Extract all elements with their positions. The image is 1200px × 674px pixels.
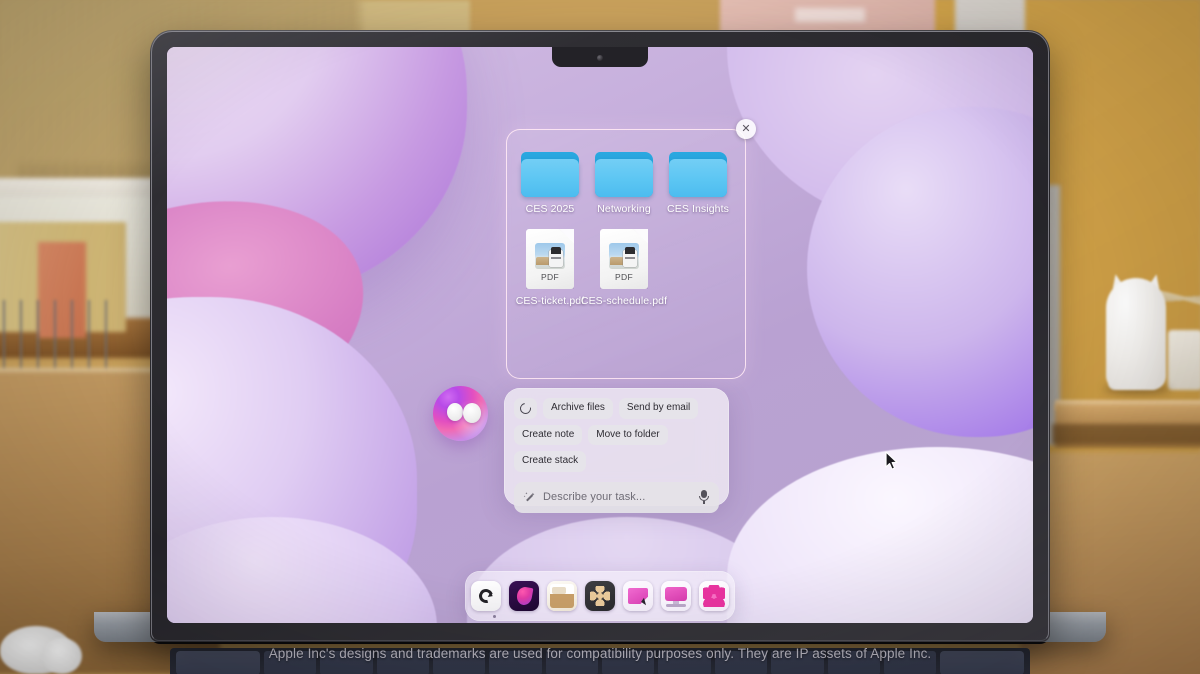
refresh-icon <box>477 587 496 606</box>
wall-art-right-text <box>795 8 865 22</box>
folder-icon <box>669 152 727 197</box>
orb-eye-right <box>463 403 481 423</box>
chip-send-by-email[interactable]: Send by email <box>619 398 698 419</box>
mouse-pointer-icon <box>885 451 899 476</box>
wallpaper-blob <box>727 447 1033 623</box>
room-scene: ✕ CES 2025 Networking <box>0 0 1200 674</box>
pdf-file-icon: PDF <box>600 229 648 289</box>
chip-move-to-folder[interactable]: Move to folder <box>588 425 667 446</box>
legal-caption: Apple Inc's designs and trademarks are u… <box>0 646 1200 661</box>
dock-running-indicator <box>493 615 496 618</box>
flower-icon <box>703 585 725 607</box>
chip-archive-files[interactable]: Archive files <box>543 398 613 419</box>
chip-create-stack[interactable]: Create stack <box>514 451 586 472</box>
shelf-right-under <box>1052 424 1200 444</box>
dock-item-photos-app[interactable] <box>699 581 729 611</box>
task-input-placeholder: Describe your task... <box>543 491 691 503</box>
laptop-screen: ✕ CES 2025 Networking <box>167 47 1033 623</box>
task-input[interactable]: Describe your task... <box>514 482 719 513</box>
diamond-grid-icon <box>590 586 610 606</box>
dock-item-finder-app[interactable] <box>547 581 577 611</box>
droplet-icon <box>516 586 534 606</box>
assistant-orb-icon[interactable] <box>433 386 488 441</box>
file-label: CES-ticket.pdf <box>516 295 585 307</box>
dock-item-refresh-app[interactable] <box>471 581 501 611</box>
chip-create-note[interactable]: Create note <box>514 425 582 446</box>
file-item-folder[interactable]: CES 2025 <box>513 148 587 215</box>
pdf-file-icon: PDF <box>526 229 574 289</box>
file-item-folder[interactable]: CES Insights <box>661 148 735 215</box>
pdf-badge: PDF <box>600 272 648 282</box>
dock-item-display-app[interactable] <box>661 581 691 611</box>
file-drop-panel[interactable]: ✕ CES 2025 Networking <box>506 129 746 379</box>
dock-item-droplet-app[interactable] <box>509 581 539 611</box>
pdf-badge: PDF <box>526 272 574 282</box>
orb-eye-left <box>447 403 463 421</box>
assistant-command-panel: Archive files Send by email Create note … <box>504 388 729 506</box>
file-item-pdf[interactable]: PDF CES-schedule.pdf <box>587 225 661 307</box>
cat-body <box>1106 278 1166 390</box>
vase <box>1168 330 1200 390</box>
finder-icon <box>550 584 574 608</box>
loading-spinner-icon[interactable] <box>514 398 537 419</box>
file-label: CES-schedule.pdf <box>581 295 667 307</box>
sparkle-wand-icon <box>523 491 536 504</box>
dock-item-arrow-app[interactable] <box>623 581 653 611</box>
dock-item-grid-app[interactable] <box>585 581 615 611</box>
microphone-icon[interactable] <box>698 490 710 504</box>
screen-notch <box>552 47 648 67</box>
display-icon <box>665 587 687 601</box>
file-label: CES 2025 <box>526 203 575 215</box>
file-item-pdf[interactable]: PDF CES-ticket.pdf <box>513 225 587 307</box>
close-icon[interactable]: ✕ <box>736 119 756 139</box>
dock <box>465 571 735 621</box>
file-label: Networking <box>597 203 651 215</box>
file-grid: CES 2025 Networking CES Insights <box>513 148 741 307</box>
folder-icon <box>595 152 653 197</box>
suggested-actions: Archive files Send by email Create note … <box>514 398 719 472</box>
file-item-folder[interactable]: Networking <box>587 148 661 215</box>
folder-icon <box>521 152 579 197</box>
file-label: CES Insights <box>667 203 729 215</box>
cat-figurine <box>1100 258 1172 390</box>
laptop-lid: ✕ CES 2025 Networking <box>150 30 1050 642</box>
